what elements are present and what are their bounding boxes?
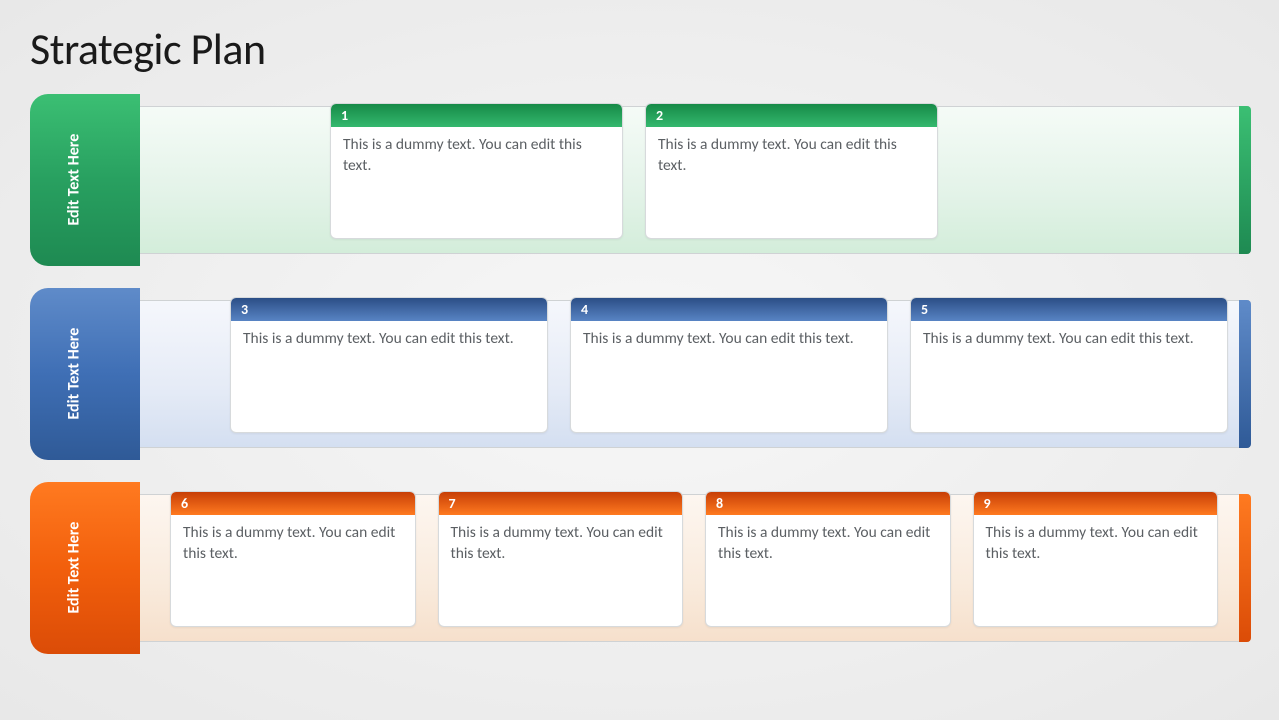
row-tab[interactable]: Edit Text Here bbox=[30, 94, 140, 266]
plan-card[interactable]: 4 This is a dummy text. You can edit thi… bbox=[570, 297, 888, 433]
plan-card[interactable]: 9 This is a dummy text. You can edit thi… bbox=[973, 491, 1219, 627]
plan-card[interactable]: 5 This is a dummy text. You can edit thi… bbox=[910, 297, 1228, 433]
card-text: This is a dummy text. You can edit this … bbox=[331, 127, 622, 185]
plan-card[interactable]: 7 This is a dummy text. You can edit thi… bbox=[438, 491, 684, 627]
card-number: 4 bbox=[571, 298, 887, 321]
row-tab-label: Edit Text Here bbox=[64, 134, 83, 226]
row-stripe bbox=[1239, 300, 1251, 448]
plan-card[interactable]: 6 This is a dummy text. You can edit thi… bbox=[170, 491, 416, 627]
row-stripe bbox=[1239, 494, 1251, 642]
row-body: 1 This is a dummy text. You can edit thi… bbox=[140, 106, 1249, 254]
card-number: 3 bbox=[231, 298, 547, 321]
card-number: 9 bbox=[974, 492, 1218, 515]
row-tab[interactable]: Edit Text Here bbox=[30, 482, 140, 654]
plan-card[interactable]: 8 This is a dummy text. You can edit thi… bbox=[705, 491, 951, 627]
row-tab-label: Edit Text Here bbox=[64, 328, 83, 420]
page-title: Strategic Plan bbox=[30, 22, 1249, 76]
plan-row-orange: Edit Text Here 6 This is a dummy text. Y… bbox=[30, 482, 1249, 654]
card-text: This is a dummy text. You can edit this … bbox=[439, 515, 683, 573]
card-text: This is a dummy text. You can edit this … bbox=[171, 515, 415, 573]
plan-card[interactable]: 2 This is a dummy text. You can edit thi… bbox=[645, 103, 938, 239]
row-body: 3 This is a dummy text. You can edit thi… bbox=[140, 300, 1249, 448]
plan-card[interactable]: 1 This is a dummy text. You can edit thi… bbox=[330, 103, 623, 239]
card-text: This is a dummy text. You can edit this … bbox=[571, 321, 887, 358]
row-tab[interactable]: Edit Text Here bbox=[30, 288, 140, 460]
card-text: This is a dummy text. You can edit this … bbox=[646, 127, 937, 185]
card-number: 6 bbox=[171, 492, 415, 515]
row-stripe bbox=[1239, 106, 1251, 254]
plan-row-green: Edit Text Here 1 This is a dummy text. Y… bbox=[30, 94, 1249, 266]
row-body: 6 This is a dummy text. You can edit thi… bbox=[140, 494, 1249, 642]
card-text: This is a dummy text. You can edit this … bbox=[911, 321, 1227, 358]
card-number: 1 bbox=[331, 104, 622, 127]
card-number: 8 bbox=[706, 492, 950, 515]
card-number: 7 bbox=[439, 492, 683, 515]
plan-row-blue: Edit Text Here 3 This is a dummy text. Y… bbox=[30, 288, 1249, 460]
plan-card[interactable]: 3 This is a dummy text. You can edit thi… bbox=[230, 297, 548, 433]
row-tab-label: Edit Text Here bbox=[64, 522, 83, 614]
card-number: 2 bbox=[646, 104, 937, 127]
card-text: This is a dummy text. You can edit this … bbox=[706, 515, 950, 573]
card-text: This is a dummy text. You can edit this … bbox=[231, 321, 547, 358]
card-number: 5 bbox=[911, 298, 1227, 321]
card-text: This is a dummy text. You can edit this … bbox=[974, 515, 1218, 573]
